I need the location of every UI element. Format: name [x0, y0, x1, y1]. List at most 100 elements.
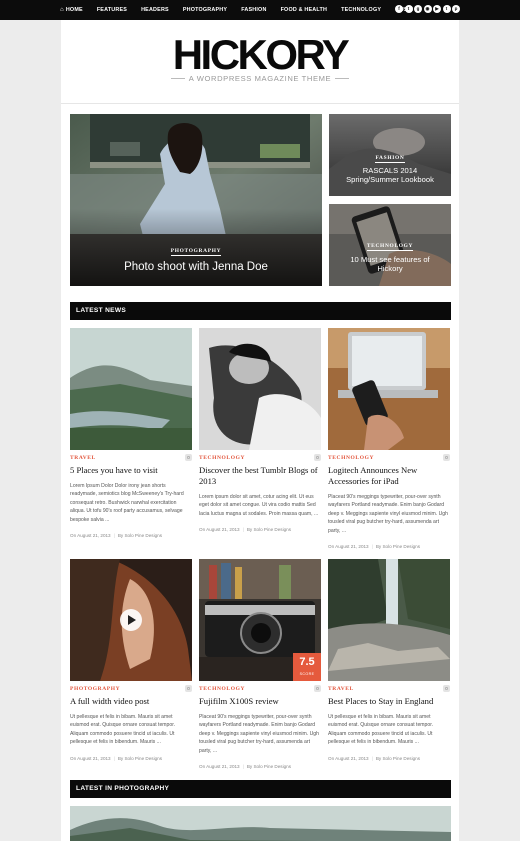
- post-thumbnail[interactable]: [70, 559, 192, 681]
- post-byline: On August 21, 2013 | By Solo Pine Designs: [199, 527, 321, 532]
- post-excerpt: Placeat 90's meggings typewriter, pour-o…: [199, 714, 319, 754]
- post-date: On August 21, 2013: [328, 544, 369, 550]
- post-thumbnail[interactable]: [328, 328, 450, 450]
- byline-separator: |: [113, 533, 115, 539]
- tumblr-icon[interactable]: t: [442, 5, 451, 13]
- twitter-icon[interactable]: t: [404, 5, 413, 13]
- post-author[interactable]: By Solo Pine Designs: [376, 544, 420, 549]
- post-title[interactable]: Best Places to Stay in England: [328, 696, 450, 707]
- post-card[interactable]: TRAVEL 0 5 Places you have to visit Lore…: [70, 328, 192, 538]
- google-plus-icon[interactable]: g: [414, 5, 422, 13]
- post-byline: On August 21, 2013 | By Solo Pine Designs: [70, 533, 192, 538]
- byline-separator: |: [242, 527, 244, 533]
- post-title[interactable]: Fujifilm X100S review: [199, 696, 321, 707]
- home-icon: ⌂: [60, 7, 64, 13]
- post-excerpt: Ut pellesque et felis in bibam. Mauris s…: [328, 714, 434, 746]
- post-thumbnail[interactable]: [70, 328, 192, 450]
- post-card[interactable]: PHOTOGRAPHY 0 A full width video post Ut…: [70, 559, 192, 761]
- post-author[interactable]: By Solo Pine Designs: [118, 756, 162, 761]
- pinterest-icon[interactable]: p: [452, 5, 460, 13]
- site-header: HICKORY A WORDPRESS MAGAZINE THEME: [61, 20, 459, 104]
- main-nav: ⌂ HOME FEATURES HEADERS PHOTOGRAPHY FASHI…: [60, 0, 428, 20]
- youtube-icon[interactable]: ▶: [433, 5, 441, 13]
- byline-separator: |: [371, 755, 373, 761]
- post-title[interactable]: A full width video post: [70, 696, 192, 707]
- post-author[interactable]: By Solo Pine Designs: [118, 533, 162, 538]
- hero-side-2-title-line2: Hickory: [377, 263, 403, 273]
- play-icon[interactable]: [120, 609, 142, 631]
- instagram-icon[interactable]: ◉: [423, 5, 432, 13]
- score-label: SCORE: [299, 672, 315, 676]
- post-category[interactable]: TECHNOLOGY: [199, 455, 245, 461]
- hero-main-category[interactable]: PHOTOGRAPHY: [70, 248, 322, 256]
- post-excerpt: Ut pellesque et felis in bibam. Mauris s…: [70, 714, 176, 746]
- post-category[interactable]: TRAVEL: [328, 686, 354, 692]
- post-card[interactable]: TRAVEL 0 Best Places to Stay in England …: [328, 559, 450, 761]
- hero-side-2-title[interactable]: 10 Must see features of Hickory: [329, 255, 451, 273]
- post-thumbnail[interactable]: [328, 559, 450, 681]
- post-title[interactable]: Discover the best Tumblr Blogs of 2013: [199, 465, 321, 487]
- hero-side-1-category-label: FASHION: [375, 155, 405, 163]
- post-category[interactable]: PHOTOGRAPHY: [70, 686, 120, 692]
- nav-item-home[interactable]: ⌂ HOME: [60, 7, 83, 13]
- hero-side-1-title[interactable]: RASCALS 2014 Spring/Summer Lookbook: [329, 166, 451, 184]
- post-meta: TRAVEL 0: [70, 454, 192, 464]
- nav-item-fashion[interactable]: FASHION: [241, 7, 266, 13]
- hero-main-category-label: PHOTOGRAPHY: [170, 248, 222, 256]
- hero-main-title[interactable]: Photo shoot with Jenna Doe: [70, 261, 322, 274]
- post-category[interactable]: TECHNOLOGY: [199, 686, 245, 692]
- post-date: On August 21, 2013: [199, 527, 240, 533]
- post-card[interactable]: 7.5 SCORE TECHNOLOGY 0 Fujifilm X100S re…: [199, 559, 321, 769]
- post-title[interactable]: Logitech Announces New Accessories for i…: [328, 465, 450, 487]
- comment-count[interactable]: 0: [443, 685, 450, 692]
- post-byline: On August 21, 2013 | By Solo Pine Designs: [328, 544, 450, 549]
- facebook-icon[interactable]: f: [395, 5, 403, 13]
- post-thumbnail[interactable]: 7.5 SCORE: [199, 559, 321, 681]
- hero-side-2-category[interactable]: TECHNOLOGY: [329, 243, 451, 251]
- post-author[interactable]: By Solo Pine Designs: [247, 527, 291, 532]
- comment-count[interactable]: 0: [185, 685, 192, 692]
- post-thumbnail[interactable]: [199, 328, 321, 450]
- post-category[interactable]: TECHNOLOGY: [328, 455, 374, 461]
- nav-item-home-label: HOME: [65, 7, 83, 13]
- hero-side-post-1[interactable]: FASHION RASCALS 2014 Spring/Summer Lookb…: [329, 114, 451, 196]
- nav-item-features[interactable]: FEATURES: [97, 7, 127, 13]
- latest-photography-heading: LATEST IN PHOTOGRAPHY: [70, 780, 451, 798]
- latest-news-heading: LATEST NEWS: [70, 302, 451, 320]
- comment-count[interactable]: 0: [314, 454, 321, 461]
- byline-separator: |: [371, 544, 373, 550]
- post-title[interactable]: 5 Places you have to visit: [70, 465, 192, 476]
- nav-item-food-health[interactable]: FOOD & HEALTH: [281, 7, 328, 13]
- post-byline: On August 21, 2013 | By Solo Pine Designs: [199, 764, 321, 769]
- site-tagline: A WORDPRESS MAGAZINE THEME: [188, 74, 332, 83]
- byline-separator: |: [113, 755, 115, 761]
- post-author[interactable]: By Solo Pine Designs: [376, 756, 420, 761]
- post-card[interactable]: TECHNOLOGY 0 Discover the best Tumblr Bl…: [199, 328, 321, 532]
- hero-main-post[interactable]: PHOTOGRAPHY Photo shoot with Jenna Doe: [70, 114, 322, 286]
- page-container: HICKORY A WORDPRESS MAGAZINE THEME PHOTO…: [61, 20, 459, 841]
- post-byline: On August 21, 2013 | By Solo Pine Designs: [328, 756, 450, 761]
- post-date: On August 21, 2013: [70, 533, 111, 539]
- post-date: On August 21, 2013: [70, 755, 111, 761]
- hero-side-2-category-label: TECHNOLOGY: [366, 243, 414, 251]
- post-meta: TECHNOLOGY 0: [328, 454, 450, 464]
- post-byline: On August 21, 2013 | By Solo Pine Designs: [70, 756, 192, 761]
- photography-feature-image[interactable]: [70, 806, 451, 841]
- hero-side-post-2[interactable]: TECHNOLOGY 10 Must see features of Hicko…: [329, 204, 451, 286]
- social-links: f t g ◉ ▶ t p: [394, 5, 460, 13]
- post-meta: PHOTOGRAPHY 0: [70, 685, 192, 695]
- comment-count[interactable]: 0: [443, 454, 450, 461]
- nav-item-headers[interactable]: HEADERS: [141, 7, 169, 13]
- post-excerpt: Lorem Ipsum Dolor Dolor irony jean short…: [70, 483, 184, 523]
- post-author[interactable]: By Solo Pine Designs: [247, 764, 291, 769]
- comment-count[interactable]: 0: [314, 685, 321, 692]
- hero-side-1-category[interactable]: FASHION: [329, 155, 451, 163]
- post-category[interactable]: TRAVEL: [70, 455, 96, 461]
- site-logo[interactable]: HICKORY: [61, 34, 459, 76]
- byline-separator: |: [242, 764, 244, 770]
- nav-item-technology[interactable]: TECHNOLOGY: [341, 7, 381, 13]
- comment-count[interactable]: 0: [185, 454, 192, 461]
- post-meta: TRAVEL 0: [328, 685, 450, 695]
- nav-item-photography[interactable]: PHOTOGRAPHY: [183, 7, 227, 13]
- post-card[interactable]: TECHNOLOGY 0 Logitech Announces New Acce…: [328, 328, 450, 549]
